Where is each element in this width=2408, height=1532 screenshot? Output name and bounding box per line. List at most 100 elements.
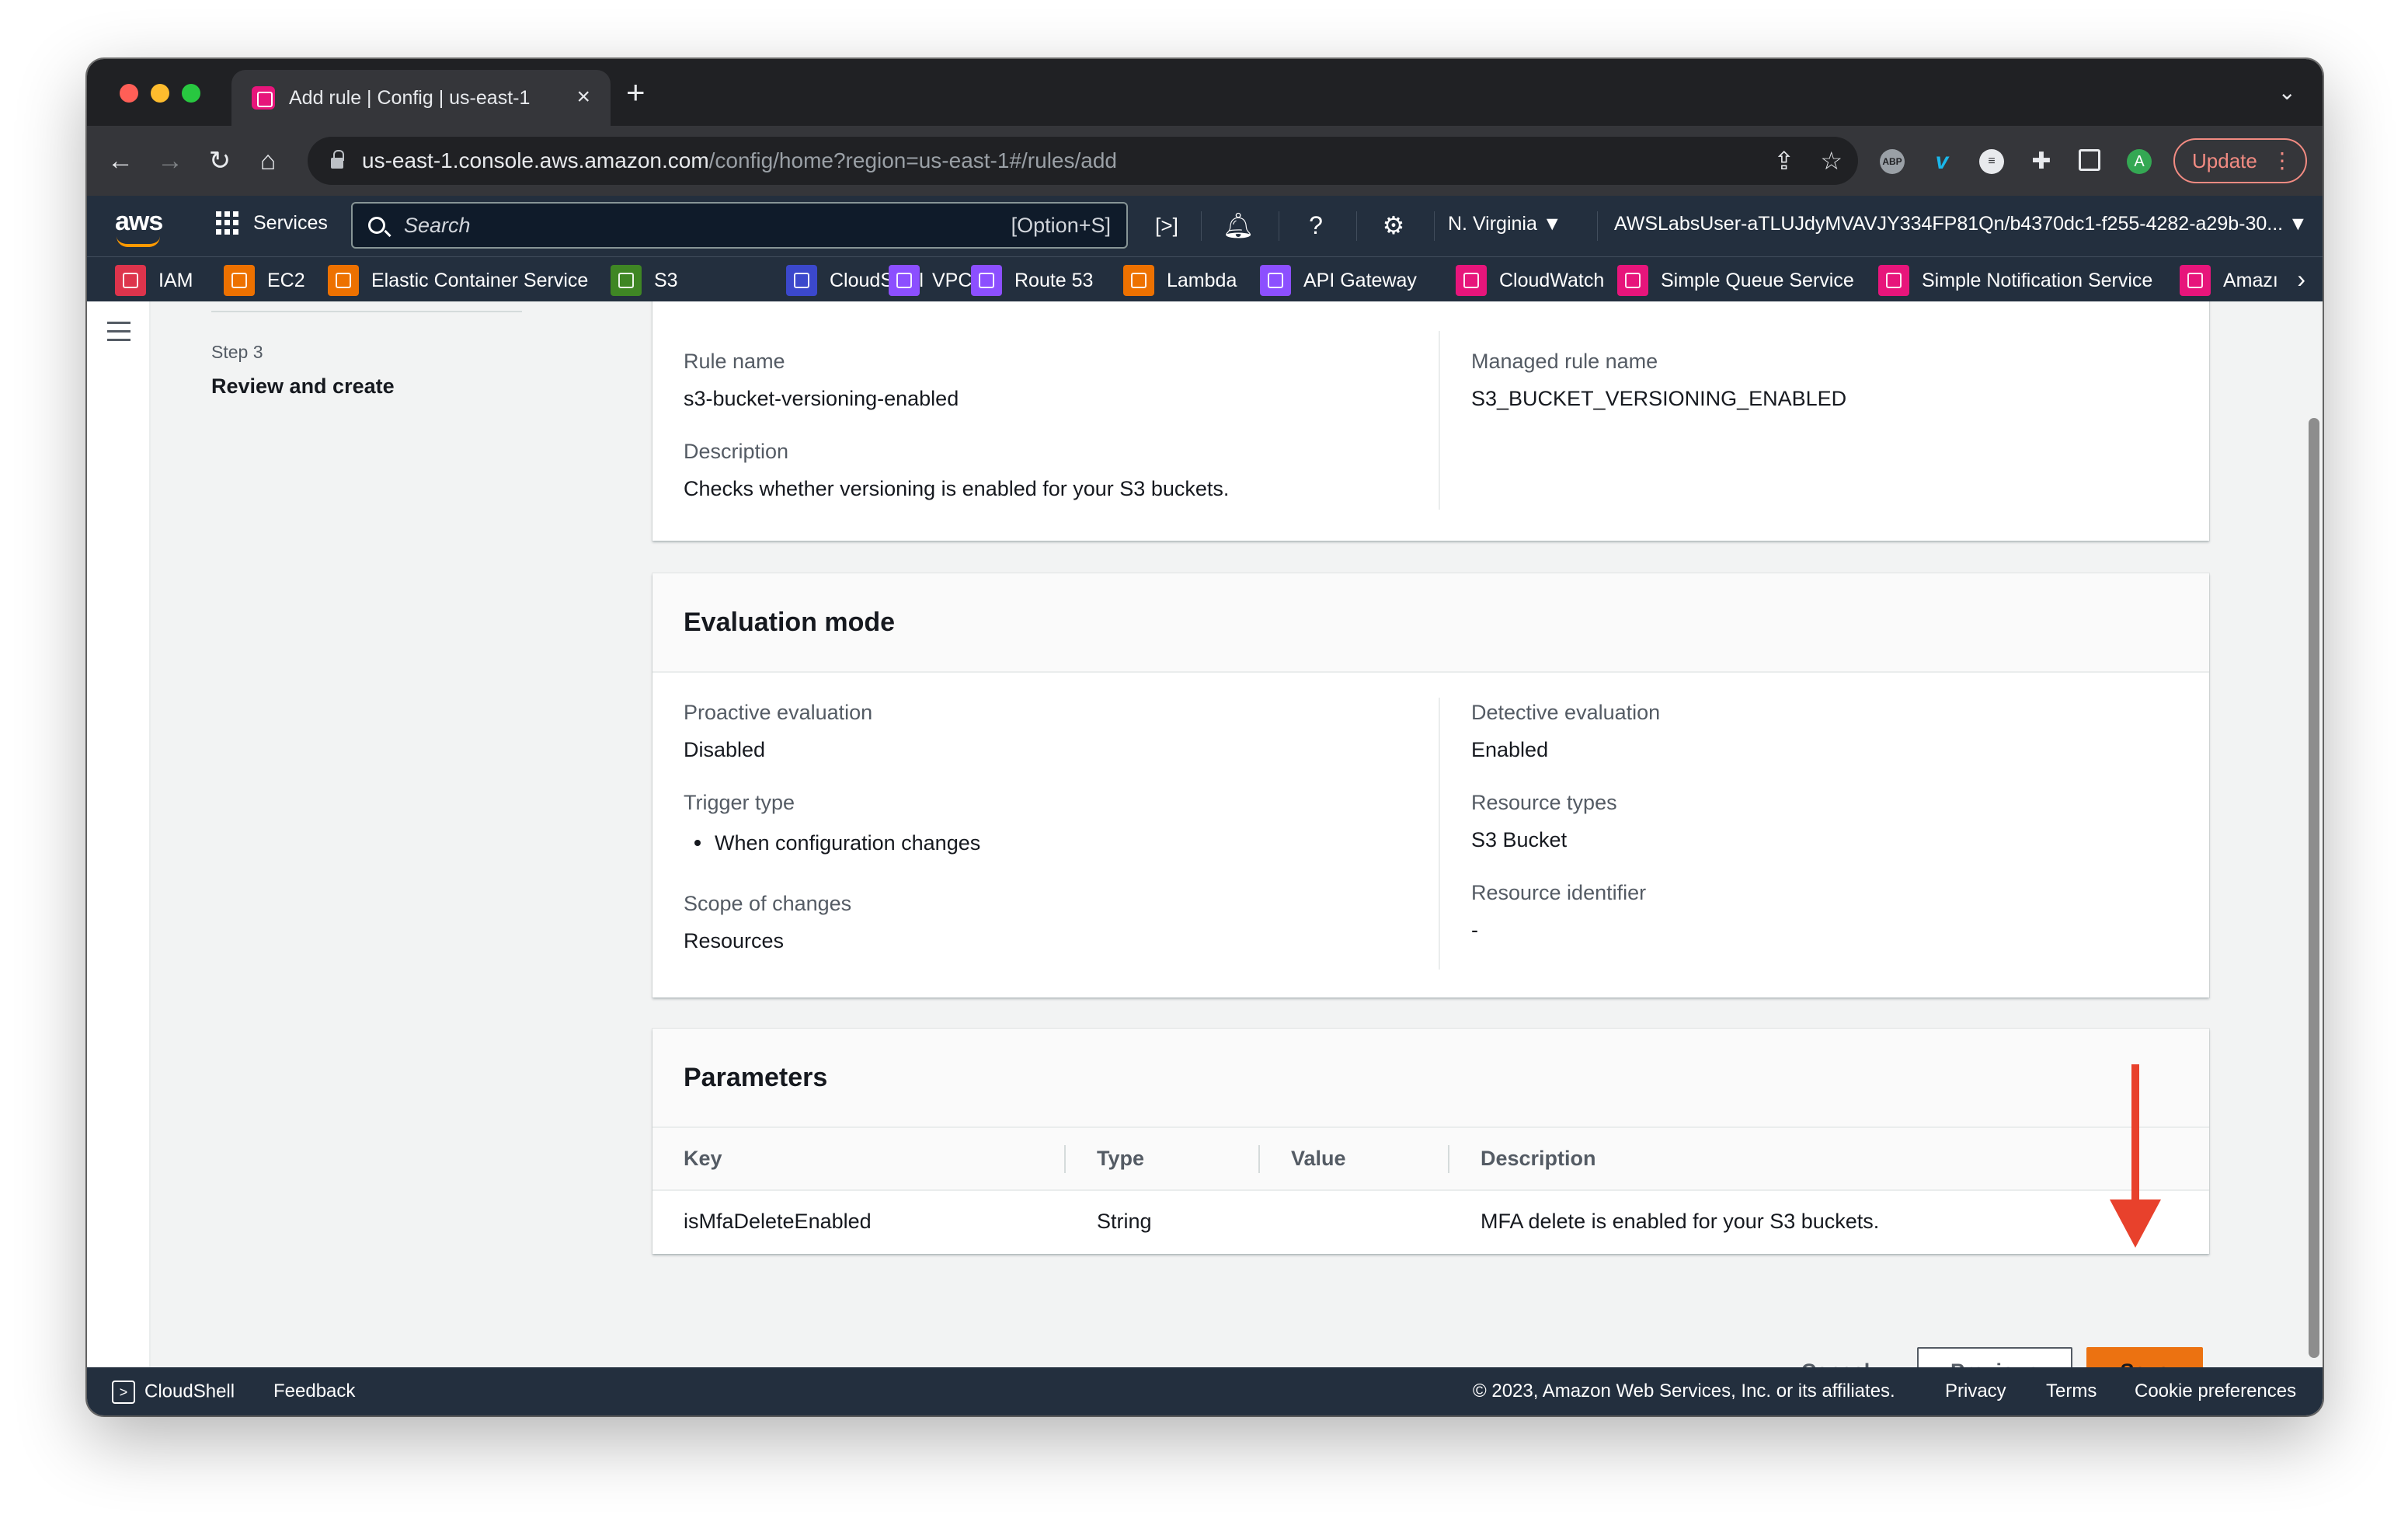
resource-id-label: Resource identifier <box>1471 881 1647 904</box>
scope-value: Resources <box>684 929 785 952</box>
resource-types-value: S3 Bucket <box>1471 828 1568 851</box>
search-shortcut: [Option+S] <box>1011 213 1111 237</box>
side-panel-icon[interactable] <box>2079 149 2100 171</box>
update-button[interactable]: Update ⋮ <box>2173 138 2307 183</box>
footer-privacy-link[interactable]: Privacy <box>1945 1381 2006 1402</box>
favorite-iam[interactable]: IAM <box>115 265 193 296</box>
service-icon <box>115 265 146 296</box>
service-icon <box>2180 265 2211 296</box>
config-favicon-icon <box>252 86 275 110</box>
previous-button[interactable]: Previous <box>1917 1347 2072 1367</box>
tab-title: Add rule | Config | us-east-1 <box>289 86 531 109</box>
favorite-simple-notification-service[interactable]: Simple Notification Service <box>1878 265 2152 296</box>
rule-details-card: Rule name s3-bucket-versioning-enabled D… <box>652 301 2209 541</box>
minimize-window-button[interactable] <box>151 84 169 103</box>
url-text: us-east-1.console.aws.amazon.com/config/… <box>362 148 1117 172</box>
favorite-api-gateway[interactable]: API Gateway <box>1260 265 1417 296</box>
region-selector[interactable]: N. Virginia ▼ <box>1448 213 1562 235</box>
evaluation-left: Proactive evaluation Disabled Trigger ty… <box>684 701 1383 966</box>
favorite-ec2[interactable]: EC2 <box>224 265 305 296</box>
reload-icon[interactable]: ↻ <box>200 141 239 180</box>
back-icon[interactable]: ← <box>101 141 140 180</box>
extension-circle-icon[interactable]: ≡ <box>1979 149 2004 174</box>
favorite-s3[interactable]: S3 <box>611 265 678 296</box>
forward-icon[interactable]: → <box>151 141 190 180</box>
evaluation-mode-title: Evaluation mode <box>652 573 2209 673</box>
service-icon <box>611 265 642 296</box>
favorites-scroll-right-icon[interactable]: › <box>2297 265 2305 294</box>
footer-cloudshell-link[interactable]: > CloudShell <box>112 1381 235 1404</box>
services-menu-button[interactable]: Services <box>216 211 328 235</box>
search-input[interactable]: Search [Option+S] <box>351 202 1128 249</box>
bookmark-star-icon[interactable]: ☆ <box>1820 146 1843 176</box>
favorite-label: IAM <box>158 269 193 291</box>
account-menu[interactable]: AWSLabsUser-aTLUJdyMVAVJY334FP81Qn/b4370… <box>1614 213 2308 235</box>
aws-logo[interactable]: aws <box>115 207 163 237</box>
maximize-window-button[interactable] <box>182 84 200 103</box>
step-title[interactable]: Review and create <box>211 374 395 399</box>
trigger-type-label: Trigger type <box>684 791 795 814</box>
footer-terms-link[interactable]: Terms <box>2046 1381 2097 1402</box>
save-button[interactable]: Save <box>2086 1347 2203 1367</box>
side-nav-rail <box>87 301 151 1367</box>
column-header-type: Type <box>1066 1128 1260 1191</box>
lock-icon <box>331 150 344 169</box>
favorite-amaz-[interactable]: Amazı <box>2180 265 2278 296</box>
more-menu-icon[interactable]: ⋮ <box>2271 148 2293 174</box>
parameters-card: Parameters Key Type Value Description is… <box>652 1029 2209 1254</box>
cloudshell-icon: > <box>112 1381 135 1404</box>
bell-icon[interactable]: 🔔︎ <box>1220 207 1257 244</box>
description-label: Description <box>684 440 789 463</box>
favorite-lambda[interactable]: Lambda <box>1123 265 1237 296</box>
vimeo-extension-icon[interactable]: v <box>1930 149 1954 174</box>
parameters-table: Key Type Value Description isMfaDeleteEn… <box>652 1128 2209 1252</box>
hamburger-menu-icon[interactable] <box>107 322 130 347</box>
share-icon[interactable]: ⇪ <box>1773 146 1794 176</box>
favorite-elastic-container-service[interactable]: Elastic Container Service <box>328 265 588 296</box>
footer-cookie-preferences-link[interactable]: Cookie preferences <box>2135 1381 2296 1402</box>
favorite-cloudwatch[interactable]: CloudWatch <box>1456 265 1604 296</box>
rule-name-label: Rule name <box>684 350 785 373</box>
param-type-cell: String <box>1097 1210 1152 1233</box>
step-label: Step 3 <box>211 342 263 362</box>
cancel-button[interactable]: Cancel <box>1793 1347 1878 1367</box>
home-icon[interactable]: ⌂ <box>249 141 287 180</box>
resource-types-label: Resource types <box>1471 791 1617 814</box>
adblock-extension-icon[interactable]: ABP <box>1880 149 1905 174</box>
divider <box>1356 211 1357 241</box>
favorites-bar: IAM EC2 Elastic Container Service S3 CloudSh… <box>87 256 2323 301</box>
service-icon <box>1260 265 1291 296</box>
favorite-simple-queue-service[interactable]: Simple Queue Service <box>1617 265 1854 296</box>
tab-search-chevron-icon[interactable]: ⌄ <box>2278 79 2296 105</box>
profile-avatar[interactable]: A <box>2127 149 2152 174</box>
managed-rule-label: Managed rule name <box>1471 350 1658 373</box>
favorite-vpc[interactable]: VPC <box>889 265 972 296</box>
footer-feedback-link[interactable]: Feedback <box>273 1381 355 1402</box>
tab-close-icon[interactable]: × <box>576 84 590 110</box>
parameters-title: Parameters <box>652 1029 2209 1128</box>
service-icon <box>971 265 1002 296</box>
description-value: Checks whether versioning is enabled for… <box>684 477 1230 500</box>
browser-tab-active[interactable]: Add rule | Config | us-east-1 × <box>231 70 611 126</box>
param-value-cell <box>1260 1190 1449 1252</box>
address-bar[interactable]: us-east-1.console.aws.amazon.com/config/… <box>308 137 1858 185</box>
trigger-type-item: When configuration changes <box>684 831 1383 869</box>
column-divider <box>1439 698 1440 970</box>
extensions-puzzle-icon[interactable]: ✚ <box>2029 149 2054 174</box>
help-icon[interactable]: ? <box>1297 207 1334 244</box>
rule-name-value: s3-bucket-versioning-enabled <box>684 387 959 410</box>
column-divider <box>1439 331 1440 510</box>
table-header-row: Key Type Value Description <box>652 1128 2209 1191</box>
scrollbar[interactable] <box>2309 418 2319 1358</box>
evaluation-right: Detective evaluation Enabled Resource ty… <box>1471 701 2170 956</box>
services-label: Services <box>253 211 328 234</box>
favorite-label: Route 53 <box>1014 269 1094 291</box>
column-header-key: Key <box>652 1128 1066 1191</box>
new-tab-button[interactable]: + <box>626 75 645 110</box>
favorite-label: VPC <box>932 269 973 291</box>
favorite-route-53[interactable]: Route 53 <box>971 265 1093 296</box>
close-window-button[interactable] <box>120 84 138 103</box>
proactive-label: Proactive evaluation <box>684 701 873 724</box>
gear-icon[interactable]: ⚙ <box>1375 207 1412 244</box>
cloudshell-icon[interactable]: [>] <box>1148 207 1185 244</box>
